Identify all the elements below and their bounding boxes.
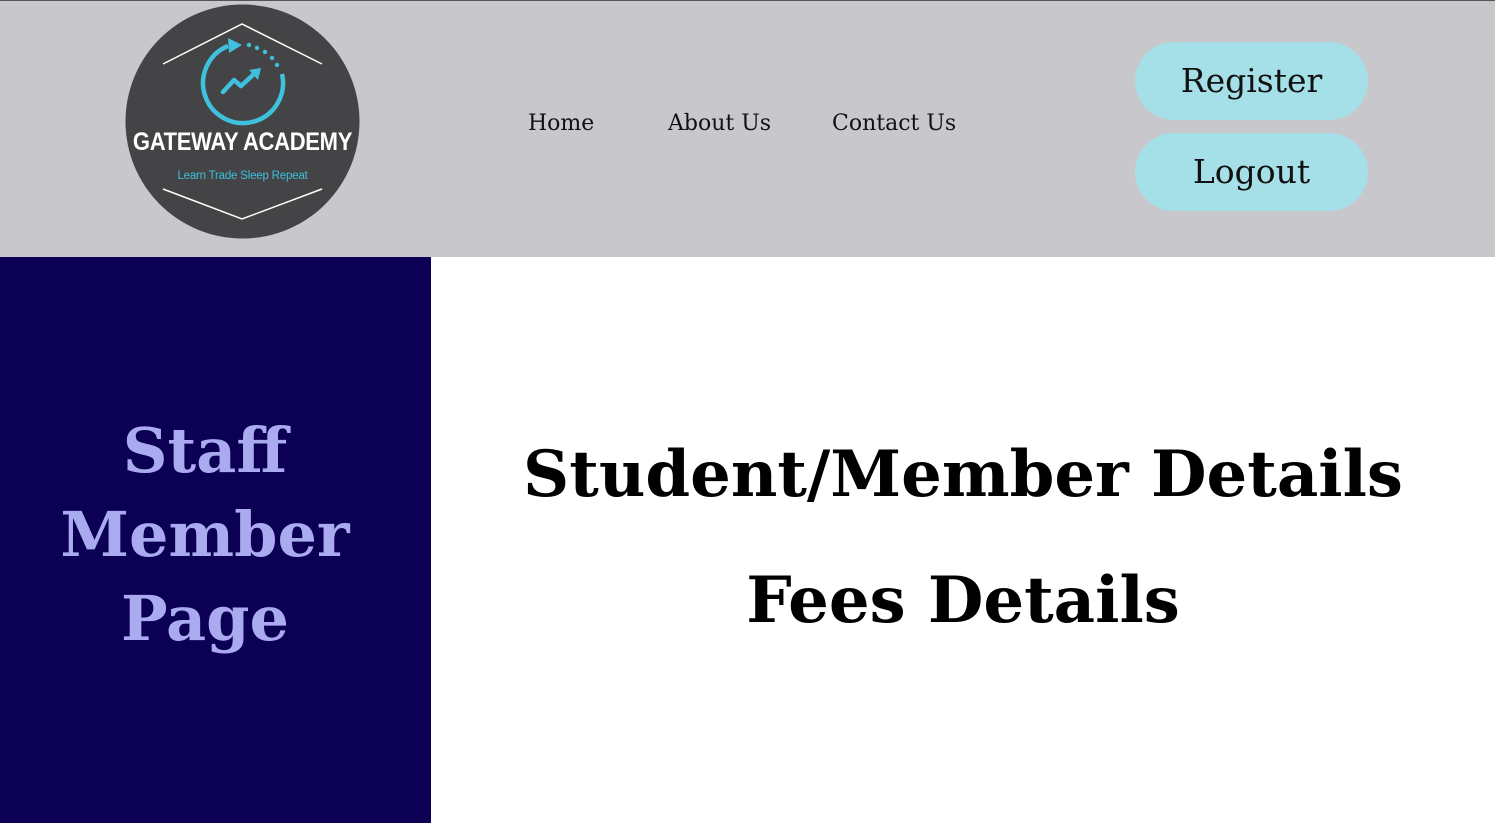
logo-brand-text: GATEWAY ACADEMY: [132, 127, 353, 156]
logout-button[interactable]: Logout: [1135, 133, 1368, 211]
top-header: GATEWAY ACADEMY Learn Trade Sleep Repeat…: [0, 0, 1495, 257]
sidebar-panel: Staff Member Page: [0, 257, 431, 823]
fees-details-link[interactable]: Fees Details: [431, 563, 1495, 638]
gateway-academy-logo[interactable]: GATEWAY ACADEMY Learn Trade Sleep Repeat: [125, 4, 360, 239]
register-button[interactable]: Register: [1135, 42, 1368, 120]
logo-graphic: [125, 4, 360, 239]
sidebar-page-title: Staff Member Page: [60, 414, 350, 655]
student-member-details-link[interactable]: Student/Member Details: [431, 437, 1495, 512]
nav-about-link[interactable]: About Us: [668, 111, 771, 136]
nav-contact-link[interactable]: Contact Us: [832, 111, 956, 136]
nav-home-link[interactable]: Home: [528, 111, 594, 136]
logo-tagline: Learn Trade Sleep Repeat: [177, 170, 308, 182]
